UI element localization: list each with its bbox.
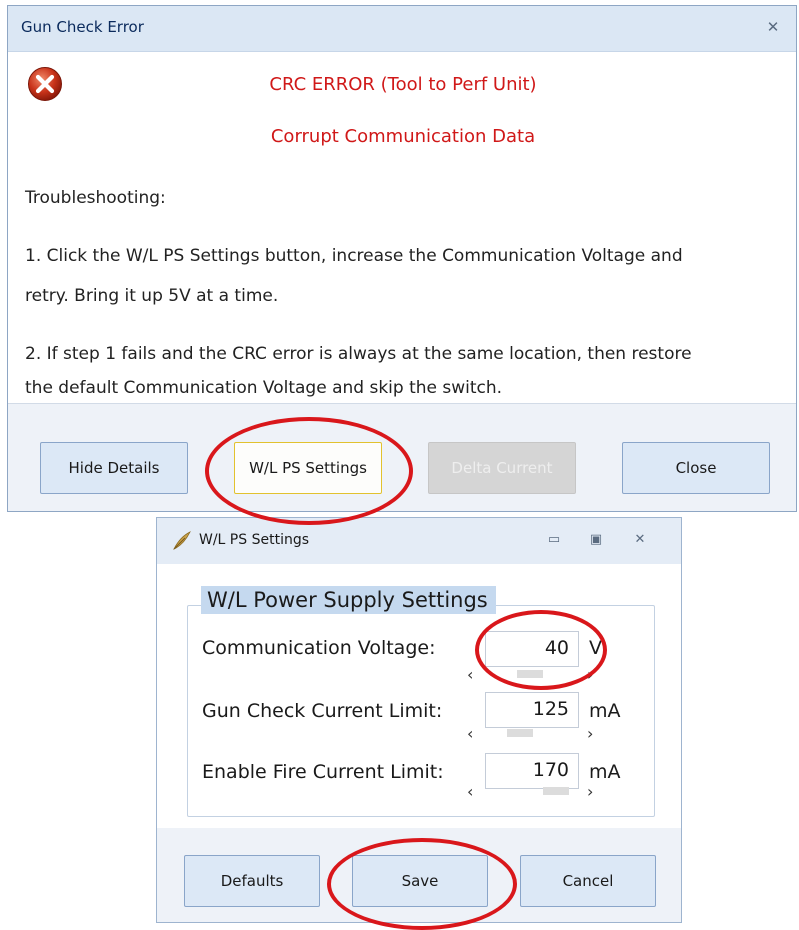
enable-fire-current-limit-input[interactable]: 170 xyxy=(485,753,579,789)
close-icon[interactable]: ✕ xyxy=(764,19,782,35)
save-button[interactable]: Save xyxy=(352,855,488,907)
defaults-button[interactable]: Defaults xyxy=(184,855,320,907)
maximize-icon[interactable]: ▣ xyxy=(587,532,605,548)
step2-line1: 2. If step 1 fails and the CRC error is … xyxy=(25,344,692,364)
gun-check-current-limit-label: Gun Check Current Limit: xyxy=(202,700,443,722)
close-button[interactable]: Close xyxy=(622,442,770,494)
communication-voltage-label: Communication Voltage: xyxy=(202,637,436,659)
window-title: Gun Check Error xyxy=(21,18,144,36)
group-title: W/L Power Supply Settings xyxy=(201,586,496,614)
enable-fire-current-limit-unit: mA xyxy=(589,761,621,783)
step1-line1: 1. Click the W/L PS Settings button, inc… xyxy=(25,246,683,266)
chevron-left-icon[interactable]: ‹ xyxy=(467,782,473,801)
gun-check-error-dialog: Gun Check Error ✕ CRC ERROR (Tool to Per… xyxy=(7,5,797,512)
wl-ps-settings-button[interactable]: W/L PS Settings xyxy=(234,442,382,494)
cancel-button[interactable]: Cancel xyxy=(520,855,656,907)
button-bar: Defaults Save Cancel xyxy=(157,828,681,922)
enable-fire-scrollbar-thumb[interactable] xyxy=(543,787,569,795)
feather-icon xyxy=(173,531,191,550)
chevron-right-icon[interactable]: › xyxy=(587,782,593,801)
troubleshooting-label: Troubleshooting: xyxy=(25,188,166,208)
wl-ps-settings-dialog: W/L PS Settings ▭ ▣ ✕ W/L Power Supply S… xyxy=(156,517,682,923)
communication-voltage-input[interactable]: 40 xyxy=(485,631,579,667)
error-subheading: Corrupt Communication Data xyxy=(270,126,536,147)
gun-check-current-limit-unit: mA xyxy=(589,700,621,722)
chevron-left-icon[interactable]: ‹ xyxy=(467,724,473,743)
hide-details-button[interactable]: Hide Details xyxy=(40,442,188,494)
delta-current-button: Delta Current xyxy=(428,442,576,494)
title-bar: W/L PS Settings ▭ ▣ ✕ xyxy=(157,518,681,564)
chevron-left-icon[interactable]: ‹ xyxy=(467,665,473,684)
chevron-right-icon[interactable]: › xyxy=(587,724,593,743)
voltage-scrollbar-thumb[interactable] xyxy=(517,670,543,678)
title-bar: Gun Check Error ✕ xyxy=(8,6,796,52)
gun-check-scrollbar-thumb[interactable] xyxy=(507,729,533,737)
communication-voltage-unit: V xyxy=(589,637,602,659)
gun-check-current-limit-input[interactable]: 125 xyxy=(485,692,579,728)
step1-line2: retry. Bring it up 5V at a time. xyxy=(25,286,279,306)
enable-fire-current-limit-label: Enable Fire Current Limit: xyxy=(202,761,444,783)
window-title: W/L PS Settings xyxy=(199,532,310,548)
error-heading: CRC ERROR (Tool to Perf Unit) xyxy=(269,74,537,95)
close-icon[interactable]: ✕ xyxy=(631,532,649,548)
step2-line2: the default Communication Voltage and sk… xyxy=(25,378,503,398)
chevron-right-icon[interactable]: › xyxy=(587,665,593,684)
minimize-icon[interactable]: ▭ xyxy=(545,532,563,548)
button-bar: Hide Details W/L PS Settings Delta Curre… xyxy=(8,403,796,511)
